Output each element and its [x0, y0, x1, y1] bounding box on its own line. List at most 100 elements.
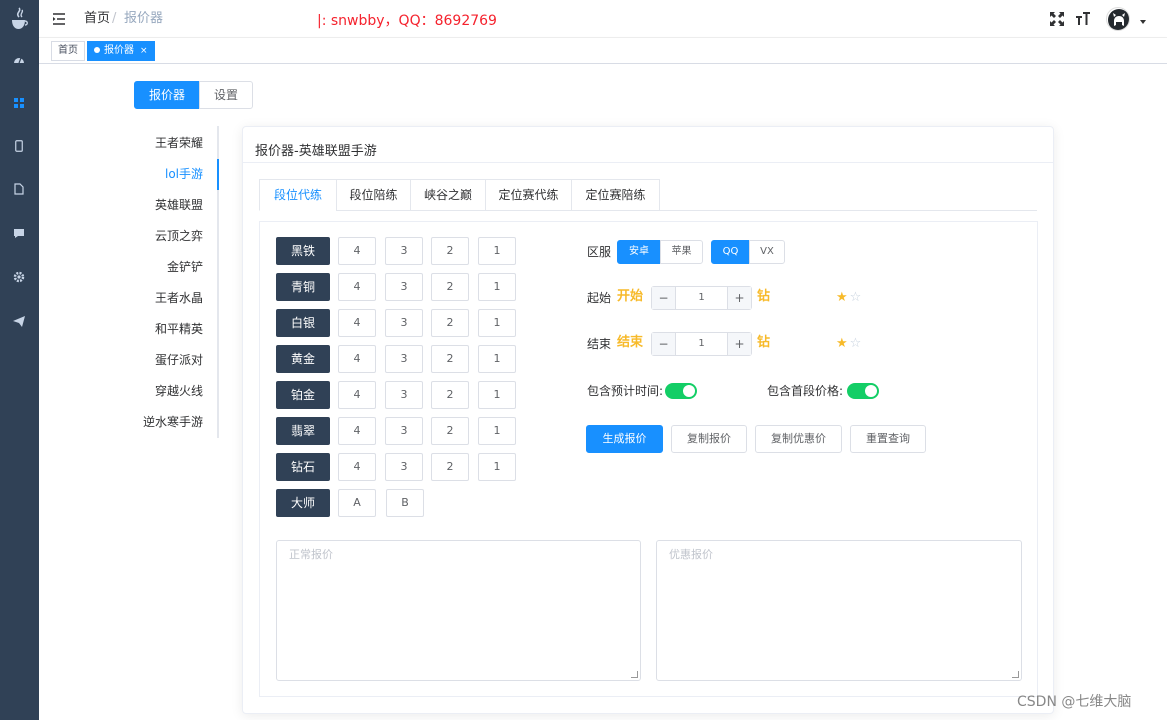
- end-star-rating[interactable]: ★☆: [836, 337, 863, 351]
- rank-level-button[interactable]: 1: [478, 417, 516, 445]
- rank-level-button[interactable]: 4: [338, 417, 376, 445]
- game-tab-item[interactable]: 和平精英: [155, 319, 203, 339]
- rank-level-button[interactable]: 4: [338, 309, 376, 337]
- rank-level-button[interactable]: 4: [338, 273, 376, 301]
- grid-icon[interactable]: [11, 95, 27, 111]
- font-size-icon[interactable]: [1073, 9, 1093, 29]
- platform-android[interactable]: 安卓: [617, 240, 661, 264]
- account-vx[interactable]: VX: [749, 240, 785, 264]
- dashboard-icon[interactable]: [11, 51, 27, 67]
- rank-level-button[interactable]: 2: [431, 345, 469, 373]
- resize-grip-icon[interactable]: [631, 671, 638, 678]
- game-tab-item[interactable]: 金铲铲: [167, 257, 203, 277]
- tab-settings[interactable]: 设置: [199, 81, 253, 109]
- rank-level-button[interactable]: 1: [478, 237, 516, 265]
- rank-button[interactable]: 白银: [276, 309, 330, 337]
- gear-icon[interactable]: [11, 269, 27, 285]
- rank-level-button[interactable]: 2: [431, 453, 469, 481]
- star-empty-icon[interactable]: ☆: [850, 336, 864, 351]
- game-tab-item[interactable]: 王者荣耀: [155, 133, 203, 153]
- include-first-switch[interactable]: [847, 383, 879, 399]
- star-empty-icon[interactable]: ☆: [850, 290, 864, 305]
- service-tab[interactable]: 定位赛代练: [485, 179, 572, 211]
- game-tab-item[interactable]: 蛋仔派对: [155, 350, 203, 370]
- normal-quote-textarea[interactable]: 正常报价: [276, 540, 641, 681]
- avatar-caret-icon[interactable]: [1140, 20, 1146, 24]
- service-tab[interactable]: 定位赛陪练: [571, 179, 660, 211]
- tag-current[interactable]: 报价器 ×: [87, 41, 155, 61]
- star-filled-icon[interactable]: ★: [836, 336, 850, 351]
- game-tab-item[interactable]: 王者水晶: [155, 288, 203, 308]
- service-tab[interactable]: 峡谷之巅: [410, 179, 486, 211]
- service-tab[interactable]: 段位代练: [259, 179, 337, 211]
- document-icon[interactable]: [11, 181, 27, 197]
- rank-level-button[interactable]: 3: [385, 273, 423, 301]
- rank-level-button[interactable]: 4: [338, 381, 376, 409]
- start-stepper[interactable]: − 1 +: [651, 286, 752, 310]
- game-tab-item[interactable]: 云顶之弈: [155, 226, 203, 246]
- rank-button[interactable]: 铂金: [276, 381, 330, 409]
- rank-level-button[interactable]: A: [338, 489, 376, 517]
- java-logo-icon[interactable]: [8, 6, 30, 32]
- include-time-switch[interactable]: [665, 383, 697, 399]
- close-icon[interactable]: ×: [140, 46, 148, 56]
- hamburger-icon[interactable]: [51, 11, 67, 27]
- send-icon[interactable]: [11, 313, 27, 329]
- star-filled-icon[interactable]: ★: [836, 290, 850, 305]
- rank-level-button[interactable]: 4: [338, 237, 376, 265]
- copy-discount-button[interactable]: 复制优惠价: [755, 425, 842, 453]
- account-qq[interactable]: QQ: [711, 240, 750, 264]
- resize-grip-icon[interactable]: [1012, 671, 1019, 678]
- game-tab-item[interactable]: 英雄联盟: [155, 195, 203, 215]
- copy-quote-button[interactable]: 复制报价: [671, 425, 747, 453]
- rank-button[interactable]: 大师: [276, 489, 330, 517]
- reset-query-button[interactable]: 重置查询: [850, 425, 926, 453]
- rank-level-button[interactable]: 2: [431, 237, 469, 265]
- rank-level-button[interactable]: 4: [338, 345, 376, 373]
- rank-button[interactable]: 黄金: [276, 345, 330, 373]
- rank-button[interactable]: 翡翠: [276, 417, 330, 445]
- tab-quote[interactable]: 报价器: [134, 81, 200, 109]
- rank-level-button[interactable]: B: [386, 489, 424, 517]
- generate-quote-button[interactable]: 生成报价: [586, 425, 663, 453]
- end-minus-button[interactable]: −: [652, 333, 676, 355]
- rank-level-button[interactable]: 3: [385, 309, 423, 337]
- end-stepper[interactable]: − 1 +: [651, 332, 752, 356]
- rank-level-button[interactable]: 1: [478, 273, 516, 301]
- rank-level-button[interactable]: 3: [385, 237, 423, 265]
- rank-level-button[interactable]: 1: [478, 381, 516, 409]
- rank-level-button[interactable]: 3: [385, 345, 423, 373]
- end-plus-button[interactable]: +: [727, 333, 751, 355]
- rank-level-button[interactable]: 1: [478, 345, 516, 373]
- rank-level-button[interactable]: 1: [478, 453, 516, 481]
- rank-level-button[interactable]: 3: [385, 381, 423, 409]
- discount-quote-textarea[interactable]: 优惠报价: [656, 540, 1022, 681]
- rank-level-button[interactable]: 3: [385, 417, 423, 445]
- rank-level-button[interactable]: 3: [385, 453, 423, 481]
- game-tab-item[interactable]: 穿越火线: [155, 381, 203, 401]
- rank-button[interactable]: 钻石: [276, 453, 330, 481]
- rank-level-button[interactable]: 2: [431, 273, 469, 301]
- game-tab-item[interactable]: 逆水寒手游: [143, 412, 203, 432]
- platform-ios[interactable]: 苹果: [660, 240, 703, 264]
- rank-button[interactable]: 黑铁: [276, 237, 330, 265]
- rank-level-button[interactable]: 2: [431, 381, 469, 409]
- start-value[interactable]: 1: [676, 287, 727, 309]
- tag-home[interactable]: 首页: [51, 41, 85, 61]
- end-value[interactable]: 1: [676, 333, 727, 355]
- start-minus-button[interactable]: −: [652, 287, 676, 309]
- start-star-rating[interactable]: ★☆: [836, 291, 863, 305]
- avatar[interactable]: [1106, 7, 1130, 31]
- service-tab[interactable]: 段位陪练: [336, 179, 411, 211]
- rank-level-button[interactable]: 2: [431, 417, 469, 445]
- mobile-icon[interactable]: [11, 138, 27, 154]
- rank-level-button[interactable]: 4: [338, 453, 376, 481]
- rank-level-button[interactable]: 2: [431, 309, 469, 337]
- fullscreen-icon[interactable]: [1047, 9, 1067, 29]
- start-plus-button[interactable]: +: [727, 287, 751, 309]
- rank-button[interactable]: 青铜: [276, 273, 330, 301]
- breadcrumb-home[interactable]: 首页: [84, 11, 110, 27]
- game-tab-item[interactable]: lol手游: [165, 164, 203, 184]
- rank-level-button[interactable]: 1: [478, 309, 516, 337]
- message-icon[interactable]: [11, 225, 27, 241]
